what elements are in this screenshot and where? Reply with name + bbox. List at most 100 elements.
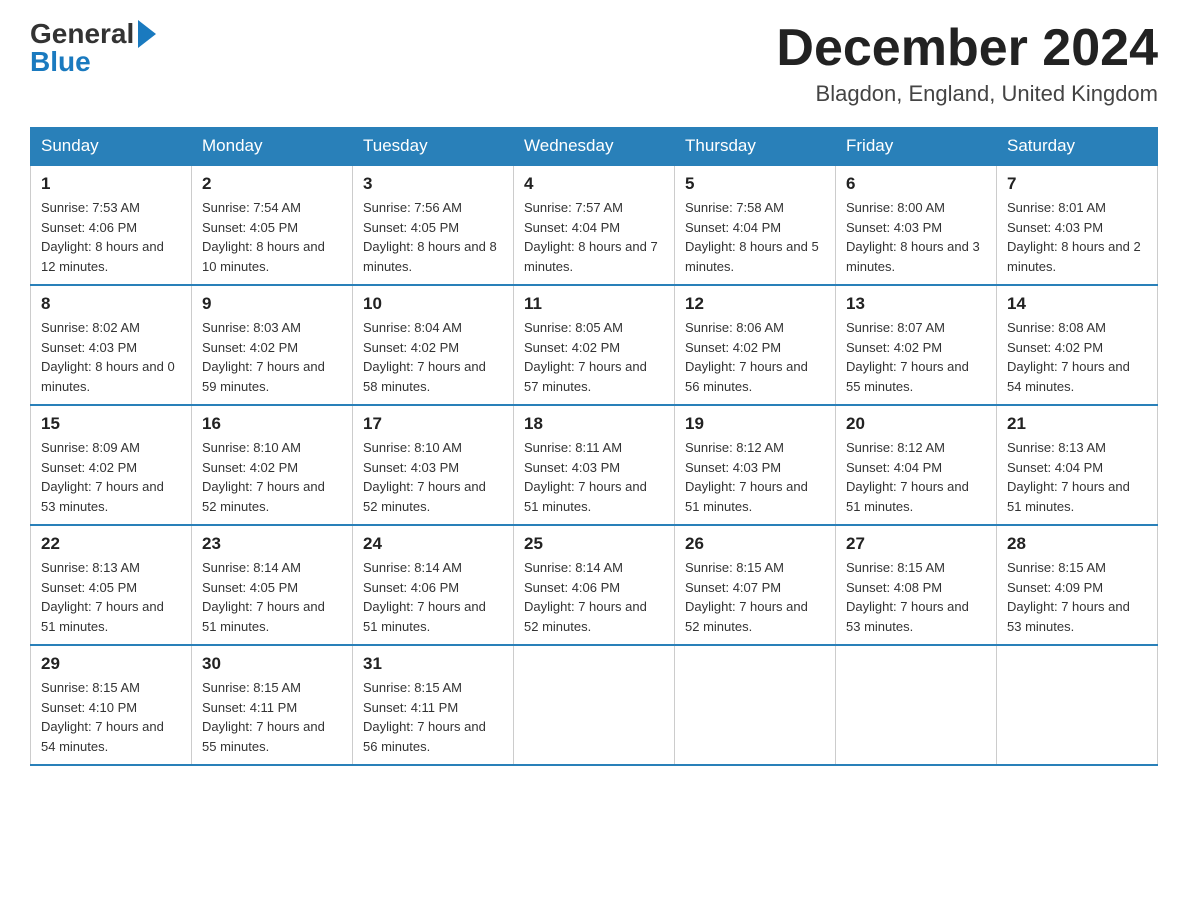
weekday-header-thursday: Thursday — [675, 128, 836, 166]
title-block: December 2024 Blagdon, England, United K… — [776, 20, 1158, 107]
day-number: 22 — [41, 534, 181, 554]
calendar-cell: 28Sunrise: 8:15 AMSunset: 4:09 PMDayligh… — [997, 525, 1158, 645]
day-info: Sunrise: 8:14 AMSunset: 4:06 PMDaylight:… — [363, 558, 503, 636]
day-number: 4 — [524, 174, 664, 194]
calendar-cell: 26 Sunrise: 8:15 AMSunset: 4:07 PMDayligh… — [675, 525, 836, 645]
day-info: Sunrise: 7:56 AMSunset: 4:05 PMDaylight:… — [363, 198, 503, 276]
day-number: 11 — [524, 294, 664, 314]
day-info: Sunrise: 8:15 AMSunset: 4:10 PMDaylight:… — [41, 678, 181, 756]
day-info: Sunrise: 8:03 AMSunset: 4:02 PMDaylight:… — [202, 318, 342, 396]
day-info: Sunrise: 8:12 AMSunset: 4:04 PMDaylight:… — [846, 438, 986, 516]
calendar-cell: 9 Sunrise: 8:03 AMSunset: 4:02 PMDaylight… — [192, 285, 353, 405]
calendar-cell: 23 Sunrise: 8:14 AMSunset: 4:05 PMDayligh… — [192, 525, 353, 645]
day-number: 2 — [202, 174, 342, 194]
calendar-cell: 24 Sunrise: 8:14 AMSunset: 4:06 PMDayligh… — [353, 525, 514, 645]
calendar-cell: 2Sunrise: 7:54 AMSunset: 4:05 PMDaylight… — [192, 165, 353, 285]
day-number: 24 — [363, 534, 503, 554]
calendar-week-row: 15 Sunrise: 8:09 AMSunset: 4:02 PMDayligh… — [31, 405, 1158, 525]
day-number: 26 — [685, 534, 825, 554]
day-number: 30 — [202, 654, 342, 674]
calendar-cell: 14Sunrise: 8:08 AMSunset: 4:02 PMDayligh… — [997, 285, 1158, 405]
weekday-header-sunday: Sunday — [31, 128, 192, 166]
calendar-table: SundayMondayTuesdayWednesdayThursdayFrid… — [30, 127, 1158, 766]
day-number: 10 — [363, 294, 503, 314]
calendar-cell — [836, 645, 997, 765]
weekday-header-monday: Monday — [192, 128, 353, 166]
location-text: Blagdon, England, United Kingdom — [776, 81, 1158, 107]
day-number: 28 — [1007, 534, 1147, 554]
day-info: Sunrise: 8:13 AMSunset: 4:05 PMDaylight:… — [41, 558, 181, 636]
weekday-header-tuesday: Tuesday — [353, 128, 514, 166]
day-number: 23 — [202, 534, 342, 554]
calendar-cell: 31Sunrise: 8:15 AMSunset: 4:11 PMDayligh… — [353, 645, 514, 765]
logo-arrow-icon — [138, 20, 156, 48]
month-title: December 2024 — [776, 20, 1158, 77]
calendar-cell: 19 Sunrise: 8:12 AMSunset: 4:03 PMDayligh… — [675, 405, 836, 525]
day-info: Sunrise: 8:10 AMSunset: 4:02 PMDaylight:… — [202, 438, 342, 516]
calendar-cell: 11 Sunrise: 8:05 AMSunset: 4:02 PMDayligh… — [514, 285, 675, 405]
calendar-cell: 30 Sunrise: 8:15 AMSunset: 4:11 PMDayligh… — [192, 645, 353, 765]
day-info: Sunrise: 8:04 AMSunset: 4:02 PMDaylight:… — [363, 318, 503, 396]
weekday-header-saturday: Saturday — [997, 128, 1158, 166]
day-info: Sunrise: 8:09 AMSunset: 4:02 PMDaylight:… — [41, 438, 181, 516]
day-info: Sunrise: 8:15 AMSunset: 4:08 PMDaylight:… — [846, 558, 986, 636]
day-info: Sunrise: 7:53 AMSunset: 4:06 PMDaylight:… — [41, 198, 181, 276]
calendar-cell: 13 Sunrise: 8:07 AMSunset: 4:02 PMDayligh… — [836, 285, 997, 405]
calendar-cell: 3 Sunrise: 7:56 AMSunset: 4:05 PMDaylight… — [353, 165, 514, 285]
day-info: Sunrise: 8:13 AMSunset: 4:04 PMDaylight:… — [1007, 438, 1147, 516]
day-info: Sunrise: 7:57 AMSunset: 4:04 PMDaylight:… — [524, 198, 664, 276]
calendar-cell: 4 Sunrise: 7:57 AMSunset: 4:04 PMDaylight… — [514, 165, 675, 285]
day-number: 31 — [363, 654, 503, 674]
calendar-week-row: 1Sunrise: 7:53 AMSunset: 4:06 PMDaylight… — [31, 165, 1158, 285]
day-number: 6 — [846, 174, 986, 194]
calendar-week-row: 22 Sunrise: 8:13 AMSunset: 4:05 PMDayligh… — [31, 525, 1158, 645]
day-number: 3 — [363, 174, 503, 194]
day-number: 17 — [363, 414, 503, 434]
weekday-header-wednesday: Wednesday — [514, 128, 675, 166]
day-info: Sunrise: 8:07 AMSunset: 4:02 PMDaylight:… — [846, 318, 986, 396]
logo: General Blue — [30, 20, 156, 76]
day-number: 7 — [1007, 174, 1147, 194]
day-info: Sunrise: 8:15 AMSunset: 4:11 PMDaylight:… — [202, 678, 342, 756]
day-info: Sunrise: 8:02 AMSunset: 4:03 PMDaylight:… — [41, 318, 181, 396]
calendar-header-row: SundayMondayTuesdayWednesdayThursdayFrid… — [31, 128, 1158, 166]
page-header: General Blue December 2024 Blagdon, Engl… — [30, 20, 1158, 107]
day-number: 27 — [846, 534, 986, 554]
day-info: Sunrise: 8:08 AMSunset: 4:02 PMDaylight:… — [1007, 318, 1147, 396]
calendar-cell: 20 Sunrise: 8:12 AMSunset: 4:04 PMDayligh… — [836, 405, 997, 525]
day-number: 8 — [41, 294, 181, 314]
day-number: 16 — [202, 414, 342, 434]
calendar-cell: 10 Sunrise: 8:04 AMSunset: 4:02 PMDayligh… — [353, 285, 514, 405]
calendar-cell: 27 Sunrise: 8:15 AMSunset: 4:08 PMDayligh… — [836, 525, 997, 645]
day-info: Sunrise: 8:10 AMSunset: 4:03 PMDaylight:… — [363, 438, 503, 516]
day-info: Sunrise: 8:12 AMSunset: 4:03 PMDaylight:… — [685, 438, 825, 516]
day-number: 15 — [41, 414, 181, 434]
day-info: Sunrise: 8:06 AMSunset: 4:02 PMDaylight:… — [685, 318, 825, 396]
calendar-cell: 6 Sunrise: 8:00 AMSunset: 4:03 PMDaylight… — [836, 165, 997, 285]
day-number: 19 — [685, 414, 825, 434]
calendar-cell: 18 Sunrise: 8:11 AMSunset: 4:03 PMDayligh… — [514, 405, 675, 525]
day-info: Sunrise: 8:11 AMSunset: 4:03 PMDaylight:… — [524, 438, 664, 516]
day-info: Sunrise: 8:15 AMSunset: 4:07 PMDaylight:… — [685, 558, 825, 636]
day-info: Sunrise: 8:00 AMSunset: 4:03 PMDaylight:… — [846, 198, 986, 276]
day-number: 5 — [685, 174, 825, 194]
calendar-cell — [675, 645, 836, 765]
day-number: 29 — [41, 654, 181, 674]
day-info: Sunrise: 8:14 AMSunset: 4:05 PMDaylight:… — [202, 558, 342, 636]
day-info: Sunrise: 8:14 AMSunset: 4:06 PMDaylight:… — [524, 558, 664, 636]
calendar-cell — [997, 645, 1158, 765]
calendar-cell: 5Sunrise: 7:58 AMSunset: 4:04 PMDaylight… — [675, 165, 836, 285]
day-number: 20 — [846, 414, 986, 434]
day-number: 13 — [846, 294, 986, 314]
day-number: 9 — [202, 294, 342, 314]
calendar-cell: 7 Sunrise: 8:01 AMSunset: 4:03 PMDaylight… — [997, 165, 1158, 285]
calendar-cell: 1Sunrise: 7:53 AMSunset: 4:06 PMDaylight… — [31, 165, 192, 285]
day-number: 18 — [524, 414, 664, 434]
day-info: Sunrise: 8:05 AMSunset: 4:02 PMDaylight:… — [524, 318, 664, 396]
calendar-cell: 12Sunrise: 8:06 AMSunset: 4:02 PMDayligh… — [675, 285, 836, 405]
day-info: Sunrise: 8:01 AMSunset: 4:03 PMDaylight:… — [1007, 198, 1147, 276]
calendar-cell: 21Sunrise: 8:13 AMSunset: 4:04 PMDayligh… — [997, 405, 1158, 525]
logo-blue-text: Blue — [30, 48, 91, 76]
calendar-cell: 22 Sunrise: 8:13 AMSunset: 4:05 PMDayligh… — [31, 525, 192, 645]
calendar-cell — [514, 645, 675, 765]
